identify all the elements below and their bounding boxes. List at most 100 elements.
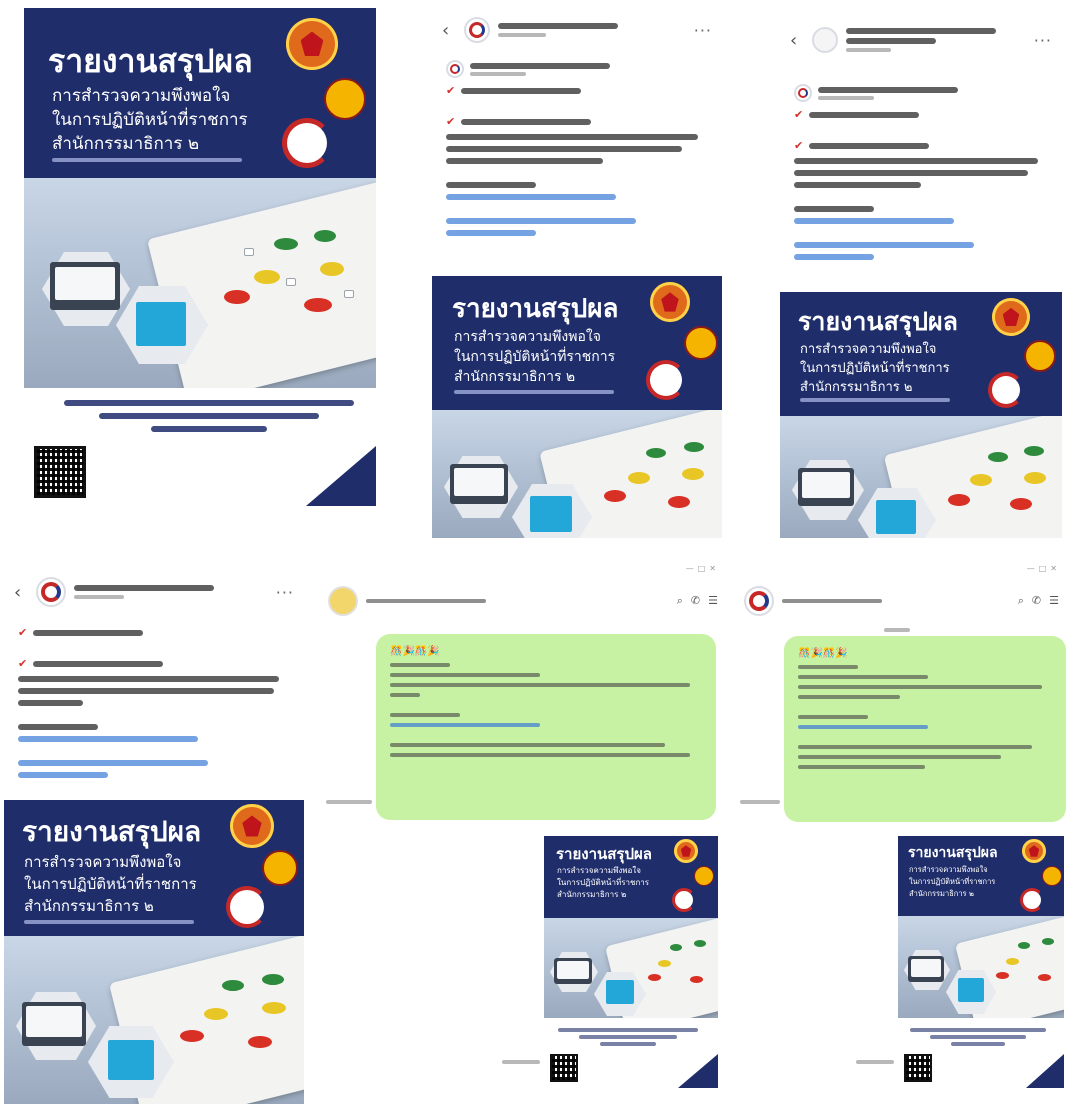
message-bubble[interactable]: 🎊🎉🎊🎉 — [784, 636, 1066, 822]
hashtag[interactable] — [18, 760, 208, 766]
timestamp — [856, 1060, 894, 1064]
pin-icon: ✔ — [794, 108, 804, 121]
hashtag[interactable] — [18, 772, 108, 778]
call-icon[interactable]: ✆ — [1032, 594, 1041, 608]
report-poster-image[interactable]: รายงานสรุปผล การสำรวจความพึงพอใจ ในการปฏ… — [544, 836, 718, 1088]
timestamp — [502, 1060, 540, 1064]
pin-icon: ✔ — [446, 115, 456, 128]
ministry-emblem — [992, 298, 1030, 336]
panel-line-chat-1: —□✕ ⌕ ✆ ☰ 🎊🎉🎊🎉 รายงานสรุปผล การสำรวจความพึ… — [318, 560, 728, 1104]
panel-fb-post-3: ‹ ··· ✔ ✔ รายงานสรุปผล การสำรวจความพึงพอ… — [4, 566, 304, 1104]
link[interactable] — [798, 725, 928, 729]
poster-title: รายงานสรุปผล — [908, 845, 998, 861]
hashtag[interactable] — [794, 254, 874, 260]
organization-logo — [226, 886, 268, 928]
poster-title: รายงานสรุปผล — [556, 845, 652, 863]
emoji-header: 🎊🎉🎊🎉 — [390, 646, 440, 657]
page-avatar — [446, 60, 464, 78]
panel-poster: รายงานสรุปผล การสำรวจความพึงพอใจ ในการปฏ… — [24, 8, 376, 506]
link[interactable] — [18, 736, 198, 742]
panel-line-chat-2: —□✕ ⌕ ✆ ☰ 🎊🎉🎊🎉 รายงานสรุปผล การสำรวจความพึ… — [734, 560, 1069, 1104]
poster-subtitle-2: ในการปฏิบัติหน้าที่ราชการ — [909, 877, 996, 886]
more-options-icon[interactable]: ··· — [694, 21, 712, 40]
organization-logo — [646, 360, 686, 400]
ministry-emblem — [650, 282, 690, 322]
organization-logo — [282, 118, 332, 168]
poster-title: รายงานสรุปผล — [22, 815, 202, 848]
poster-subtitle-3: สำนักกรรมาธิการ ๒ — [52, 134, 200, 154]
qr-code[interactable] — [550, 1054, 578, 1082]
hashtag[interactable] — [446, 230, 536, 236]
ministry-emblem — [1022, 839, 1046, 863]
award-badge — [1042, 866, 1062, 886]
emoji-header: 🎊🎉🎊🎉 — [798, 648, 848, 659]
poster-subtitle-2: ในการปฏิบัติหน้าที่ราชการ — [800, 361, 950, 376]
qr-code[interactable] — [904, 1054, 932, 1082]
award-badge — [262, 850, 298, 886]
poster-subtitle-1: การสำรวจความพึงพอใจ — [52, 86, 231, 106]
call-icon[interactable]: ✆ — [691, 594, 700, 608]
report-poster-image[interactable]: รายงานสรุปผล การสำรวจความพึงพอใจ ในการปฏ… — [24, 8, 376, 506]
avatar[interactable] — [812, 27, 838, 53]
report-poster-image[interactable]: รายงานสรุปผล การสำรวจความพึงพอใจ ในการปฏ… — [780, 292, 1062, 538]
poster-subtitle-2: ในการปฏิบัติหน้าที่ราชการ — [24, 875, 197, 893]
timestamp — [740, 800, 780, 804]
menu-icon[interactable]: ☰ — [1049, 594, 1059, 608]
poster-subtitle-3: สำนักกรรมาธิการ ๒ — [24, 897, 154, 915]
hashtag[interactable] — [446, 218, 636, 224]
poster-subtitle-2: ในการปฏิบัติหน้าที่ราชการ — [454, 349, 616, 365]
panel-fb-post-1: ‹ ··· ✔ ✔ รายงานสรุปผล การสำรวจความพึงพอ… — [432, 8, 722, 538]
avatar[interactable] — [464, 17, 490, 43]
message-bubble[interactable]: 🎊🎉🎊🎉 — [376, 634, 716, 820]
more-options-icon[interactable]: ··· — [1034, 31, 1052, 50]
back-icon[interactable]: ‹ — [14, 582, 28, 603]
poster-title: รายงานสรุปผล — [798, 307, 958, 336]
poster-subtitle-1: การสำรวจความพึงพอใจ — [24, 853, 182, 871]
avatar[interactable] — [36, 577, 66, 607]
qr-code[interactable] — [34, 446, 86, 498]
link[interactable] — [390, 723, 540, 727]
pin-icon: ✔ — [794, 139, 804, 152]
poster-title: รายงานสรุปผล — [452, 294, 619, 324]
pin-icon: ✔ — [18, 626, 28, 639]
report-poster-image[interactable]: รายงานสรุปผล การสำรวจความพึงพอใจ ในการปฏ… — [4, 800, 304, 1104]
award-badge — [1024, 340, 1056, 372]
organization-logo — [988, 372, 1024, 408]
pin-icon: ✔ — [446, 84, 456, 97]
poster-subtitle-3: สำนักกรรมาธิการ ๒ — [454, 369, 576, 385]
link[interactable] — [446, 194, 616, 200]
poster-subtitle-2: ในการปฏิบัติหน้าที่ราชการ — [52, 110, 248, 130]
menu-icon[interactable]: ☰ — [708, 594, 718, 608]
search-icon[interactable]: ⌕ — [677, 594, 683, 608]
date-divider — [884, 628, 910, 632]
more-options-icon[interactable]: ··· — [276, 583, 294, 602]
search-icon[interactable]: ⌕ — [1018, 594, 1024, 608]
pin-icon: ✔ — [18, 657, 28, 670]
poster-subtitle-3: สำนักกรรมาธิการ ๒ — [557, 890, 627, 899]
poster-subtitle-1: การสำรวจความพึงพอใจ — [800, 342, 937, 357]
award-badge — [324, 78, 366, 120]
page-avatar — [794, 84, 812, 102]
report-poster-image[interactable]: รายงานสรุปผล การสำรวจความพึงพอใจ ในการปฏ… — [432, 276, 722, 538]
group-avatar[interactable] — [328, 586, 358, 616]
timestamp — [326, 800, 372, 804]
award-badge — [684, 326, 718, 360]
panel-fb-post-2: ‹ ··· ✔ ✔ รายงานสรุปผล การสำรวจความพึงพอ… — [780, 8, 1062, 538]
report-poster-image[interactable]: รายงานสรุปผล การสำรวจความพึงพอใจ ในการปฏ… — [898, 836, 1064, 1088]
hashtag[interactable] — [794, 242, 974, 248]
group-avatar[interactable] — [744, 586, 774, 616]
poster-subtitle-1: การสำรวจความพึงพอใจ — [454, 329, 601, 345]
back-icon[interactable]: ‹ — [442, 20, 456, 41]
poster-footer-heading — [64, 400, 354, 432]
ministry-emblem — [286, 18, 338, 70]
organization-logo — [1020, 888, 1044, 912]
poster-subtitle-3: สำนักกรรมาธิการ ๒ — [909, 889, 974, 898]
organization-logo — [672, 888, 696, 912]
back-icon[interactable]: ‹ — [790, 30, 804, 51]
ministry-emblem — [674, 839, 698, 863]
poster-subtitle-1: การสำรวจความพึงพอใจ — [909, 865, 988, 874]
poster-subtitle-3: สำนักกรรมาธิการ ๒ — [800, 380, 913, 395]
link[interactable] — [794, 218, 954, 224]
ministry-emblem — [230, 804, 274, 848]
award-badge — [694, 866, 714, 886]
